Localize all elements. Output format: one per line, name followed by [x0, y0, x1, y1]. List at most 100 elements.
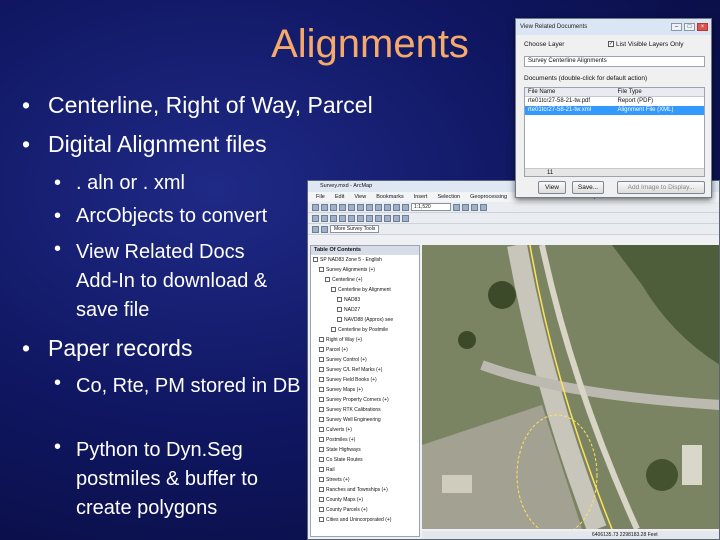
menu-item[interactable]: Selection — [437, 192, 460, 202]
pan-icon[interactable] — [330, 214, 337, 222]
zoom-out-icon[interactable] — [321, 214, 328, 222]
print-icon[interactable] — [339, 203, 346, 211]
toc-layer-item[interactable]: SP NAD83 Zone 5 - English — [313, 257, 382, 264]
layer-checkbox[interactable] — [319, 457, 324, 463]
identify-icon[interactable] — [375, 214, 382, 222]
open-icon[interactable] — [321, 203, 328, 211]
cut-icon[interactable] — [348, 203, 355, 211]
layer-checkbox[interactable] — [319, 407, 324, 413]
toc-layer-item[interactable]: Right of Way (+) — [319, 337, 362, 344]
select-icon[interactable] — [366, 214, 373, 222]
paste-icon[interactable] — [366, 203, 373, 211]
close-icon[interactable]: × — [697, 23, 708, 31]
layer-checkbox[interactable] — [319, 427, 324, 433]
measure-icon[interactable] — [393, 214, 400, 222]
toc-layer-item[interactable]: Survey Control (+) — [319, 357, 367, 364]
layer-checkbox[interactable] — [319, 517, 324, 523]
toc-icon[interactable] — [462, 203, 469, 211]
layer-checkbox[interactable] — [319, 367, 324, 373]
toc-layer-item[interactable]: Survey Well Engineering — [319, 417, 381, 424]
hyperlink-icon[interactable] — [402, 214, 409, 222]
toc-layer-item[interactable]: NAD27 — [337, 307, 360, 314]
layer-checkbox[interactable] — [313, 257, 318, 263]
toc-layer-item[interactable]: Centerline by Postmile — [331, 327, 388, 334]
layer-checkbox[interactable] — [331, 327, 336, 333]
menu-item[interactable]: File — [316, 192, 325, 202]
toc-layer-item[interactable]: Culverts (+) — [319, 427, 352, 434]
layer-checkbox[interactable] — [319, 507, 324, 513]
layer-checkbox[interactable] — [319, 487, 324, 493]
menu-item[interactable]: Geoprocessing — [470, 192, 507, 202]
layer-checkbox[interactable] — [319, 397, 324, 403]
view-button[interactable]: View — [538, 181, 566, 194]
toc-layer-item[interactable]: Rail — [319, 467, 335, 474]
layer-select[interactable]: Survey Centerline Alignments — [524, 56, 705, 67]
toc-layer-item[interactable]: Co State Routes — [319, 457, 363, 464]
table-row[interactable]: rte01tcr27-58-21-tw.xml Alignment File (… — [525, 106, 704, 115]
toc-layer-item[interactable]: Ranches and Townships (+) — [319, 487, 388, 494]
save-button[interactable]: Save... — [572, 181, 604, 194]
full-extent-icon[interactable] — [339, 214, 346, 222]
layer-checkbox[interactable] — [319, 337, 324, 343]
search-icon[interactable] — [480, 203, 487, 211]
layer-checkbox[interactable] — [319, 347, 324, 353]
layer-checkbox[interactable] — [319, 447, 324, 453]
toc-layer-item[interactable]: Survey Maps (+) — [319, 387, 363, 394]
copy-icon[interactable] — [357, 203, 364, 211]
add-data-icon[interactable] — [402, 203, 409, 211]
layer-checkbox[interactable] — [319, 377, 324, 383]
toc-layer-item[interactable]: Postmiles (+) — [319, 437, 355, 444]
toc-layer-item[interactable]: Survey Alignments (+) — [319, 267, 375, 274]
add-image-button[interactable]: Add Image to Display... — [617, 181, 705, 194]
layer-checkbox[interactable] — [319, 267, 324, 273]
survey-tools-dropdown[interactable]: More Survey Tools — [330, 225, 380, 233]
layer-checkbox[interactable] — [319, 497, 324, 503]
layer-checkbox[interactable] — [331, 287, 336, 293]
survey-tool-icon[interactable] — [312, 225, 319, 233]
layer-checkbox[interactable] — [337, 307, 342, 313]
survey-tool-icon[interactable] — [321, 225, 328, 233]
zoom-in-icon[interactable] — [312, 214, 319, 222]
layer-checkbox[interactable] — [337, 297, 342, 303]
toc-layer-item[interactable]: Centerline (+) — [325, 277, 362, 284]
find-icon[interactable] — [384, 214, 391, 222]
toc-layer-item[interactable]: Survey RTK Calibrations — [319, 407, 381, 414]
toc-layer-item[interactable]: NAVD88 (Approx) see — [337, 317, 393, 324]
menu-item[interactable]: Bookmarks — [376, 192, 404, 202]
layer-checkbox[interactable] — [319, 437, 324, 443]
horizontal-scrollbar[interactable]: 11 — [525, 168, 704, 176]
redo-icon[interactable] — [393, 203, 400, 211]
menu-item[interactable]: Insert — [414, 192, 428, 202]
save-icon[interactable] — [330, 203, 337, 211]
table-row[interactable]: rte01tcr27-58-21-tw.pdf Report (PDF) — [525, 97, 704, 106]
delete-icon[interactable] — [375, 203, 382, 211]
toc-layer-item[interactable]: Survey Property Corners (+) — [319, 397, 389, 404]
toc-layer-item[interactable]: Survey Field Books (+) — [319, 377, 377, 384]
toc-layer-item[interactable]: Centerline by Alignment — [331, 287, 391, 294]
layer-checkbox[interactable] — [337, 317, 342, 323]
visible-layers-checkbox[interactable]: ✓ List Visible Layers Only — [608, 41, 683, 48]
column-header[interactable]: File Name — [525, 88, 615, 96]
forward-icon[interactable] — [357, 214, 364, 222]
new-icon[interactable] — [312, 203, 319, 211]
layer-checkbox[interactable] — [319, 467, 324, 473]
menu-item[interactable]: View — [354, 192, 366, 202]
toc-layer-item[interactable]: County Parcels (+) — [319, 507, 368, 514]
toc-layer-item[interactable]: State Highways — [319, 447, 361, 454]
back-icon[interactable] — [348, 214, 355, 222]
toc-layer-item[interactable]: NAD83 — [337, 297, 360, 304]
layer-checkbox[interactable] — [319, 477, 324, 483]
map-scale-input[interactable]: 1:1,520 — [411, 203, 451, 211]
column-header[interactable]: File Type — [615, 88, 705, 96]
toc-layer-item[interactable]: Survey C/L Ref Marks (+) — [319, 367, 382, 374]
map-view[interactable] — [422, 245, 719, 529]
undo-icon[interactable] — [384, 203, 391, 211]
maximize-icon[interactable]: □ — [684, 23, 695, 31]
layer-checkbox[interactable] — [319, 357, 324, 363]
editor-icon[interactable] — [453, 203, 460, 211]
toc-layer-item[interactable]: Cities and Unincorporated (+) — [319, 517, 391, 524]
toc-layer-item[interactable]: Streets (+) — [319, 477, 349, 484]
minimize-icon[interactable]: – — [671, 23, 682, 31]
toc-layer-item[interactable]: Parcel (+) — [319, 347, 348, 354]
layer-checkbox[interactable] — [319, 417, 324, 423]
